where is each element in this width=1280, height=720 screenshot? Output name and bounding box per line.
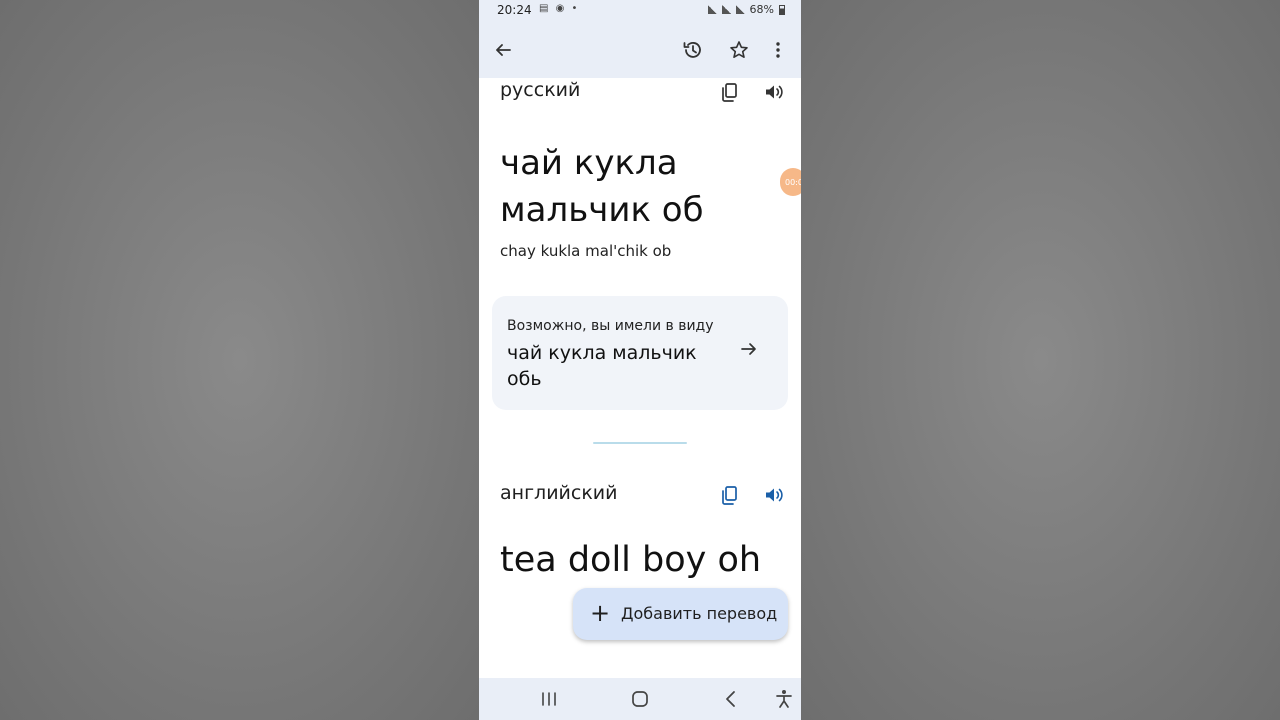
add-translation-label: Добавить перевод [621,604,778,623]
copy-translation-button[interactable] [717,482,743,508]
battery-icon [779,4,785,15]
copy-source-button[interactable] [717,79,743,105]
did-you-mean-hint: Возможно, вы имели в виду [507,318,714,334]
floating-recorder-bubble[interactable]: 00:0 [780,168,801,196]
history-button[interactable] [679,36,707,64]
history-icon [683,42,701,58]
home-button[interactable] [628,687,652,711]
did-you-mean-text: чай кукла мальчик обь [507,342,697,390]
notification-icons: ▤ ◉ • [539,3,580,14]
app-toolbar [479,22,801,78]
add-translation-button[interactable]: + Добавить перевод [573,588,788,640]
source-language-row: русский [500,79,790,109]
chevron-left-icon [726,691,735,707]
did-you-mean-card[interactable]: Возможно, вы имели в виду чай кукла маль… [492,296,788,410]
system-back-button[interactable] [719,687,743,711]
favorite-button[interactable] [725,36,753,64]
system-navigation-bar [479,678,801,720]
back-button[interactable] [489,36,517,64]
status-time: 20:24 [497,3,532,17]
plus-icon: + [589,599,611,627]
status-right: 68% [707,3,785,16]
battery-percent: 68% [749,3,774,16]
phone-screen: 20:24 ▤ ◉ • 68% русский чай кукла мальчи… [479,0,801,720]
source-transliteration: chay kukla mal'chik ob [500,242,672,260]
apply-suggestion-button[interactable] [740,340,766,366]
more-vert-icon [776,42,780,58]
source-text[interactable]: чай кукла мальчик об [500,140,770,234]
translation-text[interactable]: tea doll boy oh [500,540,761,580]
arrow-right-icon [741,343,756,355]
blurred-background-right [801,0,1280,720]
more-options-button[interactable] [764,36,792,64]
recent-apps-icon [542,692,556,706]
signal-icon [735,5,745,14]
source-language-label: русский [500,79,581,101]
volume-icon [766,85,783,99]
accessibility-button[interactable] [772,687,796,711]
target-language-label: английский [500,482,618,504]
volume-icon [766,488,783,502]
status-bar: 20:24 ▤ ◉ • 68% [479,0,801,22]
listen-source-button[interactable] [761,79,787,105]
copy-icon [722,83,737,102]
copy-icon [722,486,737,505]
translation-content: русский чай кукла мальчик об chay kukla … [479,78,801,678]
signal-icon [721,5,731,14]
recent-apps-button[interactable] [537,687,561,711]
target-language-row: английский [500,482,790,512]
home-icon [632,691,648,707]
signal-icon [707,5,717,14]
accessibility-icon [776,690,792,708]
blurred-background-left [0,0,479,720]
section-divider [593,442,687,444]
listen-translation-button[interactable] [761,482,787,508]
star-icon [730,41,748,58]
arrow-left-icon [496,44,511,56]
